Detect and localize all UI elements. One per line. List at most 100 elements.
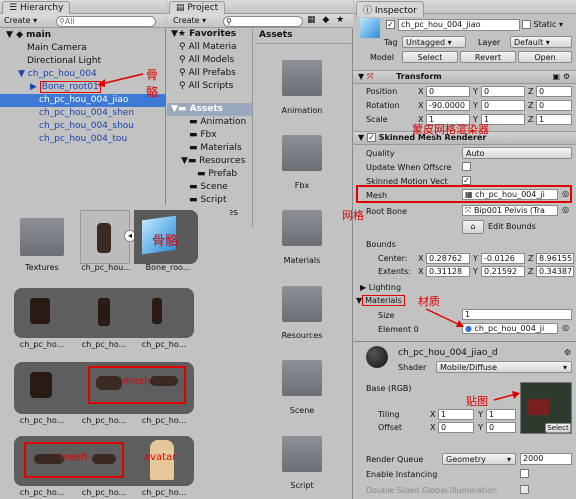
- annotation-mesh: mesh: [123, 376, 151, 387]
- create-dropdown[interactable]: Create ▾: [173, 16, 206, 25]
- folder-icon: ▤: [176, 3, 188, 13]
- materials-foldout[interactable]: ▼ Materials: [356, 295, 405, 306]
- gear-icon[interactable]: ▣ ⚙: [552, 71, 570, 83]
- mesh-label: Mesh: [366, 191, 388, 200]
- tab-hierarchy[interactable]: ☰ Hierarchy: [2, 1, 71, 14]
- tiling-y-field[interactable]: 1: [486, 409, 516, 420]
- rotation-x-field[interactable]: -90.0000: [426, 100, 470, 111]
- create-dropdown[interactable]: Create ▾: [4, 16, 37, 25]
- root-bone-field[interactable]: ⤧ Bip001 Pelvis (Tra: [462, 205, 558, 216]
- offset-y-field[interactable]: 0: [486, 422, 516, 433]
- scale-z-field[interactable]: 1: [536, 114, 572, 125]
- material-element-field[interactable]: ● ch_pc_hou_004_ji: [462, 323, 558, 334]
- active-checkbox[interactable]: ✓: [386, 20, 395, 29]
- lighting-foldout[interactable]: ▶ Lighting: [360, 283, 401, 292]
- render-queue-field[interactable]: 2000: [520, 453, 572, 465]
- folder-icon: ▼▬: [171, 104, 190, 114]
- assets-root[interactable]: ▼▬ Assets: [167, 103, 252, 116]
- prefab-thumbnail[interactable]: 骨骼: [134, 210, 198, 264]
- object-picker-icon[interactable]: ◎: [562, 205, 569, 214]
- scale-label: Scale: [366, 115, 388, 124]
- checkbox-icon: [520, 485, 529, 494]
- position-x-field[interactable]: 0: [426, 86, 470, 97]
- hierarchy-item[interactable]: Main Camera: [0, 42, 166, 55]
- folder-label: Script: [290, 481, 314, 490]
- position-y-field[interactable]: 0: [481, 86, 525, 97]
- gear-icon[interactable]: ⚙: [564, 348, 571, 357]
- extents-z-field[interactable]: 0.34387: [536, 266, 574, 277]
- render-queue-dropdown[interactable]: Geometry ▾: [442, 453, 516, 465]
- double-sided-gi-checkbox[interactable]: [520, 485, 529, 494]
- asset-folder[interactable]: ▬ Scene: [167, 181, 252, 194]
- folder-icon: ▬: [189, 182, 201, 192]
- hierarchy-search-input[interactable]: ⚲All: [56, 16, 156, 27]
- favorite-item[interactable]: ⚲ All Prefabs: [167, 67, 252, 80]
- folder-icon[interactable]: [20, 218, 64, 256]
- rotation-y-field[interactable]: 0: [481, 100, 525, 111]
- instancing-checkbox[interactable]: [520, 469, 529, 478]
- size-field[interactable]: 1: [462, 309, 572, 320]
- center-x-field[interactable]: 0.28762: [426, 253, 470, 264]
- folder-icon[interactable]: [282, 210, 322, 246]
- favorite-item[interactable]: ⚲ All Materia: [167, 41, 252, 54]
- hierarchy-item-selected[interactable]: ch_pc_hou_004_jiao: [0, 94, 166, 107]
- texture-thumbnail[interactable]: Select: [520, 382, 572, 434]
- folder-icon[interactable]: [282, 360, 322, 396]
- hierarchy-item[interactable]: ch_pc_hou_004_tou: [0, 133, 166, 146]
- asset-folder[interactable]: ▬ Fbx: [167, 129, 252, 142]
- select-button[interactable]: Select: [402, 51, 458, 63]
- layer-dropdown[interactable]: Default ▾: [510, 36, 572, 48]
- folder-icon[interactable]: [282, 436, 322, 472]
- tiling-x-field[interactable]: 1: [438, 409, 474, 420]
- texture-select-button[interactable]: Select: [545, 423, 571, 433]
- asset-folder[interactable]: ▼▬ Resources: [167, 155, 252, 168]
- quality-dropdown[interactable]: Auto: [462, 147, 572, 159]
- clip-preview: [152, 298, 162, 324]
- check-icon: ✓: [386, 20, 395, 29]
- project-filter-icons[interactable]: ▦ ◆ ★: [307, 15, 346, 25]
- position-z-field[interactable]: 0: [536, 86, 572, 97]
- shader-dropdown[interactable]: Mobile/Diffuse ▾: [436, 361, 572, 373]
- extents-y-field[interactable]: 0.21592: [481, 266, 525, 277]
- edit-bounds-icon[interactable]: ⌂: [462, 220, 484, 234]
- object-picker-icon[interactable]: ◎: [562, 189, 569, 198]
- mesh-field[interactable]: ▦ ch_pc_hou_004_ji: [462, 189, 558, 200]
- root-bone-label: Root Bone: [366, 207, 408, 216]
- hierarchy-item[interactable]: ch_pc_hou_004_shou: [0, 120, 166, 133]
- object-name-field[interactable]: ch_pc_hou_004_jiao: [398, 19, 520, 31]
- hierarchy-item[interactable]: ch_pc_hou_004_shen: [0, 107, 166, 120]
- offset-x-field[interactable]: 0: [438, 422, 474, 433]
- favorite-item[interactable]: ⚲ All Scripts: [167, 80, 252, 93]
- folder-icon[interactable]: [282, 135, 322, 171]
- divider: [354, 341, 576, 342]
- annotation-mesh: mesh: [60, 452, 88, 463]
- object-picker-icon[interactable]: ◎: [562, 323, 569, 332]
- tag-dropdown[interactable]: Untagged ▾: [402, 36, 466, 48]
- project-tabbar: ▤ Project: [167, 0, 353, 14]
- revert-button[interactable]: Revert: [460, 51, 516, 63]
- rotation-z-field[interactable]: 0: [536, 100, 572, 111]
- folder-icon[interactable]: [282, 60, 322, 96]
- asset-folder[interactable]: ▬ Materials: [167, 142, 252, 155]
- asset-folder[interactable]: ▬ Animation: [167, 116, 252, 129]
- z-axis-label: Z: [528, 267, 534, 276]
- asset-folder[interactable]: ▬ Prefab: [167, 168, 252, 181]
- static-toggle[interactable]: Static ▾: [522, 20, 563, 29]
- model-thumbnail[interactable]: [80, 210, 130, 264]
- center-y-field[interactable]: -0.0126: [481, 253, 525, 264]
- material-name: ch_pc_hou_004_jiao_d: [398, 348, 498, 358]
- hierarchy-item[interactable]: Directional Light: [0, 55, 166, 68]
- update-offscreen-checkbox[interactable]: [462, 162, 471, 171]
- center-z-field[interactable]: 8.96155: [536, 253, 574, 264]
- motion-vectors-checkbox[interactable]: ✓: [462, 176, 471, 185]
- transform-header[interactable]: ▼ ⤧ Transform ▣ ⚙: [354, 70, 576, 84]
- favorite-item[interactable]: ⚲ All Models: [167, 54, 252, 67]
- tab-inspector[interactable]: ⓘ Inspector: [356, 1, 424, 17]
- folder-icon[interactable]: [282, 286, 322, 322]
- open-button[interactable]: Open: [518, 51, 572, 63]
- extents-x-field[interactable]: 0.31128: [426, 266, 470, 277]
- tab-project[interactable]: ▤ Project: [169, 1, 226, 14]
- favorites-header[interactable]: ▼★ Favorites: [167, 28, 252, 41]
- project-search-input[interactable]: ⚲: [223, 16, 303, 27]
- scene-root[interactable]: ▼ ◆ main: [0, 29, 166, 42]
